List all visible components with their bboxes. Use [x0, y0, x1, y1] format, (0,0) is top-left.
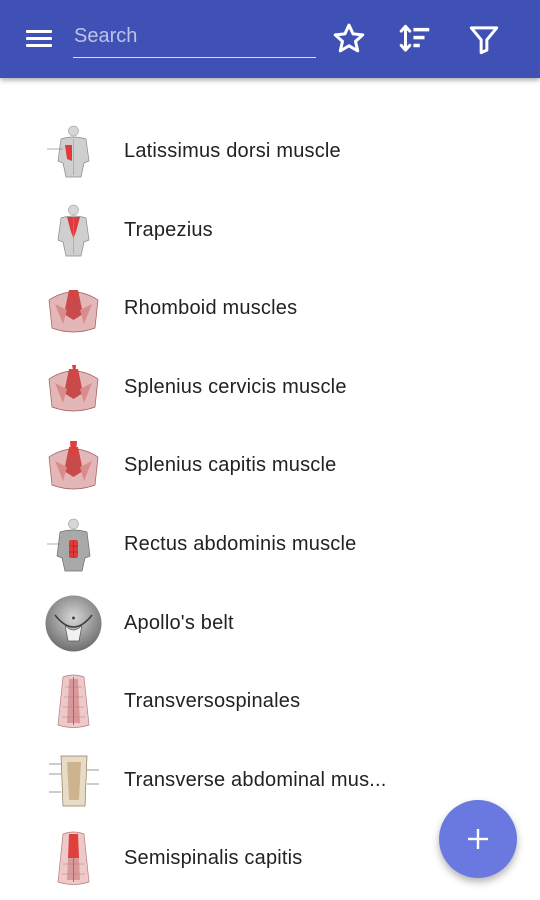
list-item[interactable]: Splenius capitis muscle — [0, 426, 540, 505]
torso-photo-thumbnail — [45, 594, 102, 652]
add-button[interactable] — [439, 800, 517, 878]
list-item[interactable]: Transversospinales — [0, 662, 540, 741]
search-input[interactable] — [73, 16, 316, 56]
list-item-label: Trapezius — [124, 218, 213, 241]
list-item[interactable]: Trapezius — [0, 191, 540, 270]
filter-icon[interactable] — [465, 20, 503, 58]
list-item-label: Transverse abdominal mus... — [124, 768, 387, 791]
article-list: Latissimus dorsi muscle Trapezius Rhombo… — [0, 112, 540, 898]
star-outline-icon[interactable] — [330, 20, 368, 58]
search-underline — [73, 57, 316, 58]
back-figure-thumbnail — [45, 201, 102, 259]
shoulder-muscle-thumbnail — [45, 358, 102, 416]
list-item-label: Latissimus dorsi muscle — [124, 140, 341, 162]
list-item-label: Rectus abdominis muscle — [124, 532, 357, 555]
back-figure-thumbnail — [45, 123, 102, 180]
list-item-label: Rhomboid muscles — [124, 297, 298, 320]
spine-muscle-thumbnail — [45, 830, 102, 888]
shoulder-muscle-thumbnail — [45, 280, 102, 338]
plus-icon — [468, 829, 488, 849]
list-item[interactable]: Splenius cervicis muscle — [0, 348, 540, 427]
list-item[interactable]: Apollo's belt — [0, 584, 540, 663]
list-item[interactable]: Rectus abdominis muscle — [0, 505, 540, 584]
list-item[interactable]: Rhomboid muscles — [0, 269, 540, 348]
list-item-label: Apollo's belt — [124, 611, 234, 634]
list-item-label: Transversospinales — [124, 690, 301, 713]
list-item-label: Semispinalis capitis — [124, 847, 303, 870]
menu-icon[interactable] — [22, 24, 56, 54]
spine-muscle-thumbnail — [45, 673, 102, 731]
abdominal-diagram-thumbnail — [45, 751, 102, 809]
front-figure-thumbnail — [45, 515, 102, 573]
shoulder-muscle-thumbnail — [45, 437, 102, 495]
app-bar — [0, 0, 540, 78]
sort-icon[interactable] — [396, 20, 434, 58]
list-item[interactable]: Latissimus dorsi muscle — [0, 112, 540, 191]
list-item-label: Splenius capitis muscle — [124, 454, 337, 477]
list-item-label: Splenius cervicis muscle — [124, 375, 347, 398]
search-field — [73, 16, 316, 60]
